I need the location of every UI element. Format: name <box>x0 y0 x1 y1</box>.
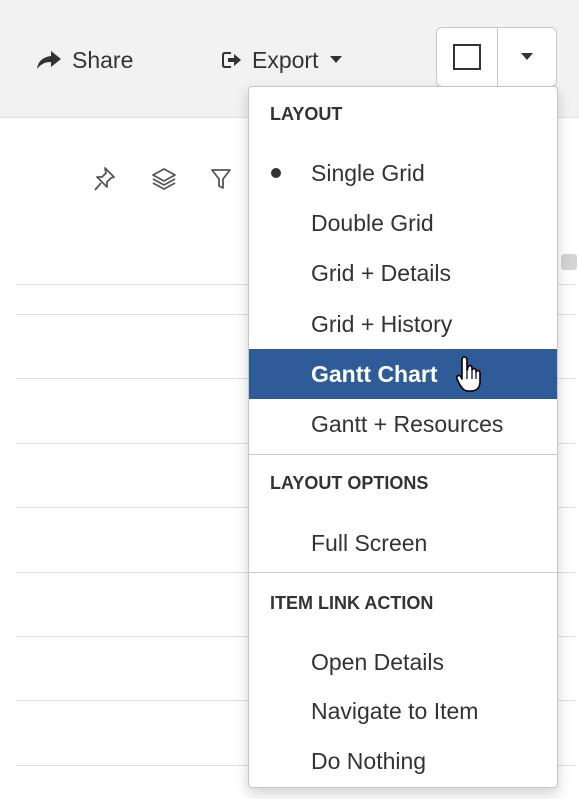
export-button[interactable]: Export <box>222 40 343 80</box>
menu-item-label: Grid + Details <box>311 259 451 286</box>
selected-bullet-icon <box>271 168 281 178</box>
menu-item-full-screen[interactable]: Full Screen <box>249 519 557 567</box>
menu-item-do-nothing[interactable]: Do Nothing <box>249 737 557 785</box>
menu-item-navigate-to-item[interactable]: Navigate to Item <box>249 687 557 735</box>
share-arrow-icon <box>36 50 62 70</box>
add-column-icon[interactable] <box>561 254 577 270</box>
hand-pointer-cursor-icon <box>455 355 485 399</box>
chevron-down-icon <box>330 56 343 64</box>
pin-icon[interactable] <box>92 165 118 193</box>
menu-section-header-item-link-action: ITEM LINK ACTION <box>270 593 434 613</box>
filter-icon[interactable] <box>210 167 232 191</box>
menu-item-label: Double Grid <box>311 209 434 236</box>
menu-item-double-grid[interactable]: Double Grid <box>249 199 557 247</box>
menu-section-header-layout: LAYOUT <box>270 104 343 124</box>
menu-item-label: Single Grid <box>311 159 425 186</box>
share-label: Share <box>72 46 134 73</box>
menu-item-grid-details[interactable]: Grid + Details <box>249 249 557 297</box>
menu-item-label: Grid + History <box>311 310 453 337</box>
menu-item-label: Navigate to Item <box>311 697 479 724</box>
menu-item-gantt-chart[interactable]: Gantt Chart <box>249 349 557 399</box>
menu-item-label: Gantt + Resources <box>311 410 504 437</box>
menu-item-grid-history[interactable]: Grid + History <box>249 300 557 348</box>
menu-item-single-grid[interactable]: Single Grid <box>249 149 557 197</box>
menu-item-label: Open Details <box>311 648 444 675</box>
menu-item-label: Full Screen <box>311 529 428 556</box>
menu-item-label: Gantt Chart <box>311 360 438 387</box>
menu-section-header-layout-options: LAYOUT OPTIONS <box>270 473 429 493</box>
share-button[interactable]: Share <box>36 40 133 80</box>
menu-divider <box>249 572 557 573</box>
menu-item-open-details[interactable]: Open Details <box>249 638 557 686</box>
grid-toolbar <box>92 165 232 193</box>
layout-button[interactable] <box>437 28 498 86</box>
menu-item-gantt-resources[interactable]: Gantt + Resources <box>249 400 557 448</box>
export-icon <box>222 51 242 69</box>
export-label: Export <box>252 46 319 73</box>
menu-divider <box>249 454 557 455</box>
menu-item-label: Do Nothing <box>311 747 427 774</box>
single-grid-layout-icon <box>453 44 481 70</box>
app-window: Share Export LAYOUT Single Grid Double G… <box>0 0 579 799</box>
layout-dropdown-toggle[interactable] <box>498 28 556 86</box>
layout-dropdown-menu: LAYOUT Single Grid Double Grid Grid + De… <box>248 86 558 788</box>
layers-icon[interactable] <box>151 166 177 192</box>
layout-button-group <box>436 27 557 87</box>
chevron-down-icon <box>521 53 533 60</box>
